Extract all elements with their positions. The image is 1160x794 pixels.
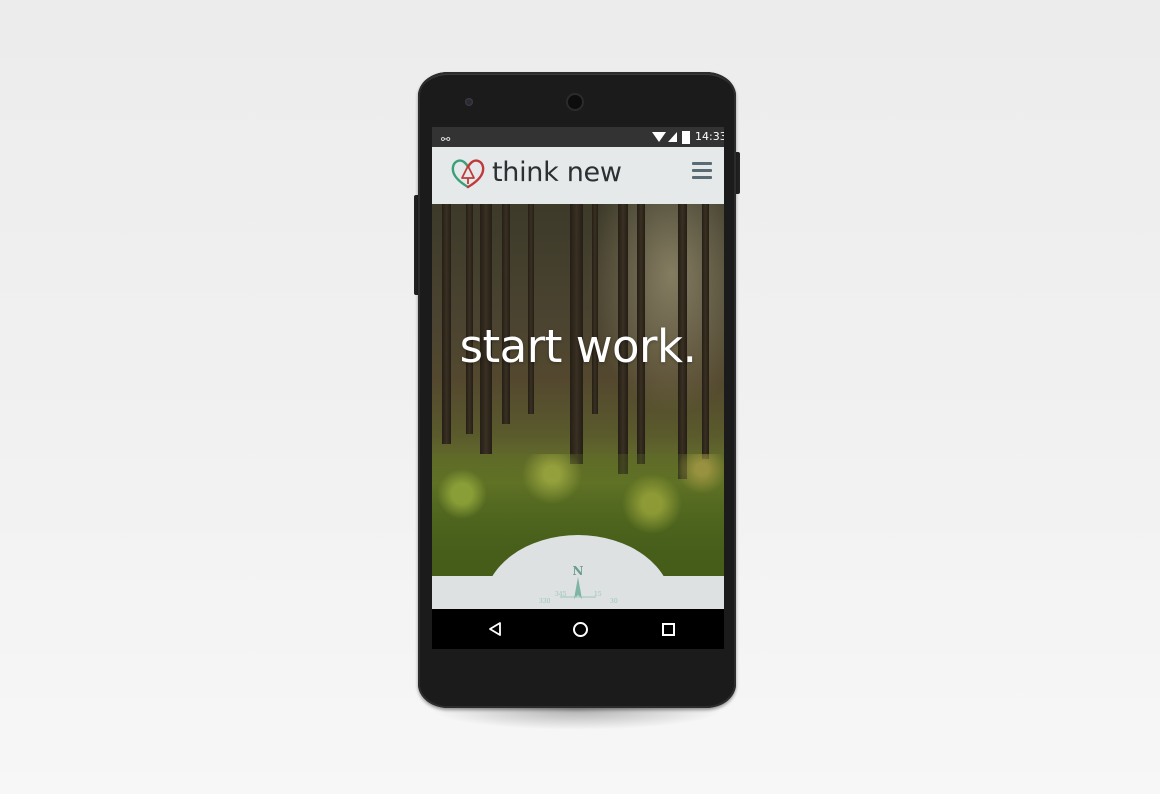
hamburger-menu-icon[interactable] [692, 162, 712, 180]
tree-trunk [592, 204, 598, 414]
tree-heart-logo-icon[interactable] [450, 158, 486, 190]
app-header: think new [432, 147, 724, 204]
status-time: 14:33 [695, 130, 724, 143]
system-nav-bar [432, 609, 724, 649]
battery-icon [682, 131, 690, 144]
compass-north-label: N [573, 564, 584, 578]
tree-trunk [466, 204, 473, 434]
phone-screen: ⚯ 14:33 think new start work. N 330 345 … [432, 127, 724, 649]
compass-degree-label: 345 [555, 591, 567, 598]
status-bar: ⚯ 14:33 [432, 127, 724, 147]
compass-degree-label: 330 [539, 598, 551, 605]
tree-trunk [502, 204, 510, 424]
hero-banner: start work. [432, 204, 724, 576]
front-camera [568, 95, 582, 109]
compass-degree-label: 30 [610, 598, 618, 605]
power-button [736, 152, 740, 194]
tree-trunk [528, 204, 534, 414]
recents-icon[interactable] [662, 623, 675, 636]
brand-name[interactable]: think new [492, 157, 622, 189]
back-icon[interactable] [488, 622, 502, 636]
home-icon[interactable] [573, 622, 588, 637]
proximity-sensor [465, 98, 473, 106]
wifi-icon [652, 132, 666, 142]
compass-degree-label: 15 [594, 591, 602, 598]
signal-icon [668, 132, 677, 142]
hero-headline: start work. [459, 320, 697, 373]
